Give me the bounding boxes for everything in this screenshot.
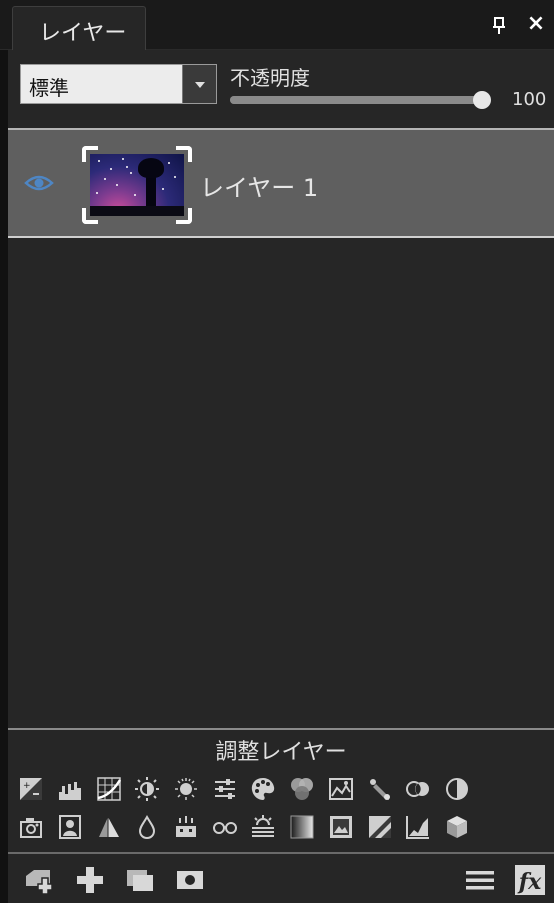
opacity-label: 不透明度 bbox=[230, 66, 310, 90]
threshold-icon[interactable] bbox=[360, 808, 399, 846]
curves-icon[interactable] bbox=[89, 770, 128, 808]
new-layer-from-icon[interactable] bbox=[22, 864, 54, 896]
camera-icon[interactable] bbox=[12, 808, 51, 846]
layer-thumbnail-image bbox=[90, 154, 184, 216]
posterize-icon[interactable] bbox=[89, 808, 128, 846]
exposure-icon[interactable]: + bbox=[12, 770, 51, 808]
pin-icon[interactable] bbox=[490, 16, 510, 36]
opacity-value: 100 bbox=[512, 89, 547, 110]
landscape-icon[interactable] bbox=[322, 770, 361, 808]
adjustment-icon-grid: + bbox=[12, 770, 554, 846]
menu-icon[interactable] bbox=[464, 864, 496, 896]
panel-tab-bar: レイヤー × bbox=[0, 0, 554, 50]
svg-text:fx: fx bbox=[517, 869, 542, 895]
close-icon[interactable]: × bbox=[524, 12, 548, 36]
tone-pipette-icon[interactable] bbox=[360, 770, 399, 808]
layer-row[interactable]: レイヤー 1 bbox=[8, 130, 554, 238]
opacity-slider-thumb[interactable] bbox=[473, 91, 491, 109]
add-mask-icon[interactable] bbox=[174, 864, 206, 896]
duplicate-layer-icon[interactable] bbox=[124, 864, 156, 896]
blend-mode-select[interactable]: 標準 bbox=[20, 64, 217, 104]
channel-mixer-icon[interactable] bbox=[399, 770, 438, 808]
opacity-slider-fill bbox=[230, 96, 482, 104]
chevron-down-icon[interactable] bbox=[182, 65, 216, 103]
add-layer-icon[interactable] bbox=[74, 864, 106, 896]
photo-filter-icon[interactable] bbox=[322, 808, 361, 846]
layers-panel: レイヤー × 標準 不透明度 100 レイヤー 1 調整レイヤー + fx bbox=[0, 0, 554, 903]
gradient-map-icon[interactable] bbox=[283, 808, 322, 846]
svg-text:+: + bbox=[23, 781, 31, 791]
layer-thumbnail[interactable] bbox=[82, 146, 192, 224]
layer-list: レイヤー 1 bbox=[8, 128, 554, 728]
lut-cube-icon[interactable] bbox=[438, 808, 477, 846]
adjustment-layers-title: 調整レイヤー bbox=[215, 740, 347, 765]
vibrance-icon[interactable] bbox=[167, 808, 206, 846]
haze-icon[interactable] bbox=[244, 808, 283, 846]
histogram-icon[interactable] bbox=[399, 808, 438, 846]
droplet-icon[interactable] bbox=[128, 808, 167, 846]
brightness-icon[interactable] bbox=[128, 770, 167, 808]
eye-icon[interactable] bbox=[24, 172, 54, 194]
shadows-highlights-icon[interactable] bbox=[167, 770, 206, 808]
opacity-slider[interactable] bbox=[230, 91, 491, 109]
tab-layers[interactable]: レイヤー bbox=[12, 6, 146, 50]
color-balance-icon[interactable] bbox=[205, 770, 244, 808]
fx-icon[interactable]: fx bbox=[514, 864, 546, 896]
rgb-mix-icon[interactable] bbox=[283, 770, 322, 808]
palette-icon[interactable] bbox=[244, 770, 283, 808]
invert-icon[interactable] bbox=[438, 770, 477, 808]
layer-name[interactable]: レイヤー 1 bbox=[200, 168, 318, 203]
levels-icon[interactable] bbox=[51, 770, 90, 808]
glasses-icon[interactable] bbox=[205, 808, 244, 846]
portrait-icon[interactable] bbox=[51, 808, 90, 846]
adjustment-layers-section: 調整レイヤー + bbox=[8, 728, 554, 852]
bottom-toolbar: fx bbox=[8, 852, 554, 903]
blend-mode-value: 標準 bbox=[29, 76, 69, 100]
